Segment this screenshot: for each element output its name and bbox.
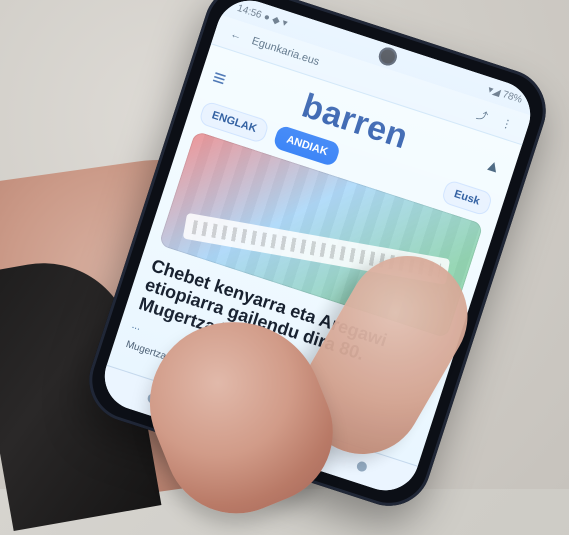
more-icon[interactable]: ⋮	[496, 112, 519, 135]
triangle-icon[interactable]: ▲	[482, 156, 505, 179]
front-camera	[376, 45, 399, 68]
share-icon[interactable]: ⤴	[471, 104, 494, 127]
hamburger-icon[interactable]: ≡	[209, 64, 230, 93]
nav-recent-icon[interactable]	[355, 460, 368, 473]
back-icon[interactable]: ←	[225, 24, 248, 47]
